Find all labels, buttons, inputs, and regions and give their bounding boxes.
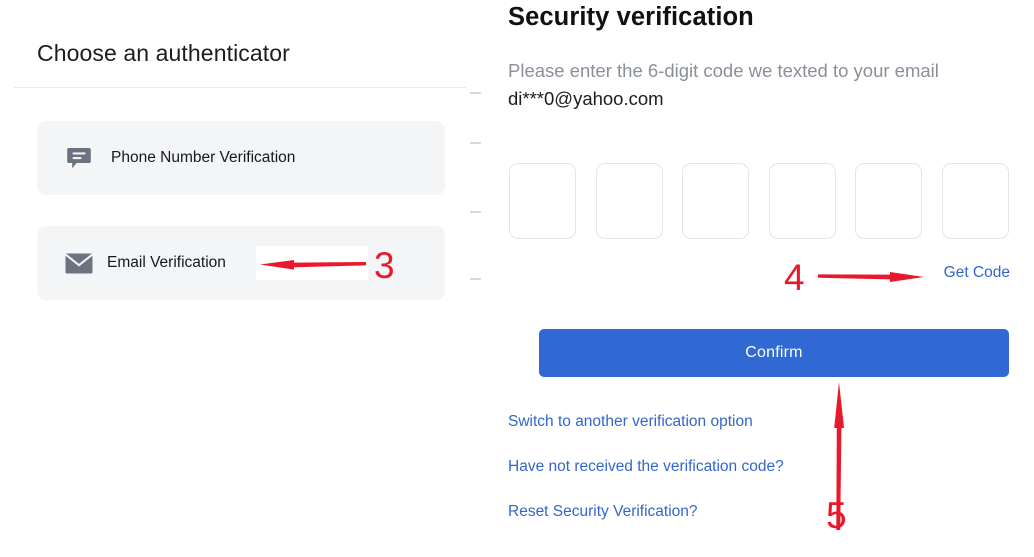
edge-dash-mark [470,142,481,144]
switch-verification-option-link[interactable]: Switch to another verification option [508,413,753,431]
message-bubble-icon [65,145,93,171]
code-digit-input-6[interactable] [941,163,1009,239]
code-digit-input-3[interactable] [682,163,750,239]
edge-dash-mark [470,211,481,213]
annotation-3-backdrop [256,246,368,280]
edge-dash-mark [470,92,481,94]
verification-instructions: Please enter the 6-digit code we texted … [508,57,1018,113]
verification-form-panel: Security verification Please enter the 6… [490,0,1034,557]
not-received-code-link[interactable]: Have not received the verification code? [508,458,784,476]
envelope-icon [65,250,93,276]
sidebar-item-label: Phone Number Verification [111,149,296,166]
title-divider [14,87,466,88]
annotation-number-3: 3 [374,245,395,286]
instruction-text: Please enter the 6-digit code we texted … [508,60,939,81]
confirm-button[interactable]: Confirm [539,329,1009,377]
security-verification-screen: Choose an authenticator Phone Number Ver… [0,0,1034,557]
sidebar-item-label: Email Verification [107,254,226,271]
page-title: Choose an authenticator [37,40,290,66]
reset-security-verification-link[interactable]: Reset Security Verification? [508,503,698,521]
security-verification-title: Security verification [508,3,754,31]
get-code-link[interactable]: Get Code [944,264,1010,282]
annotation-number-5: 5 [826,495,847,536]
code-digit-input-1[interactable] [509,163,576,239]
masked-email-value: di***0@yahoo.com [508,88,664,109]
choose-authenticator-panel: Choose an authenticator Phone Number Ver… [0,0,490,557]
code-digit-input-4[interactable] [768,163,836,239]
annotation-number-4: 4 [784,257,805,298]
code-digit-input-2[interactable] [595,163,663,239]
code-digit-input-5[interactable] [855,163,923,239]
sidebar-item-phone-verification[interactable]: Phone Number Verification [37,121,445,195]
code-input-group [509,163,1009,239]
edge-dash-mark [470,278,481,280]
